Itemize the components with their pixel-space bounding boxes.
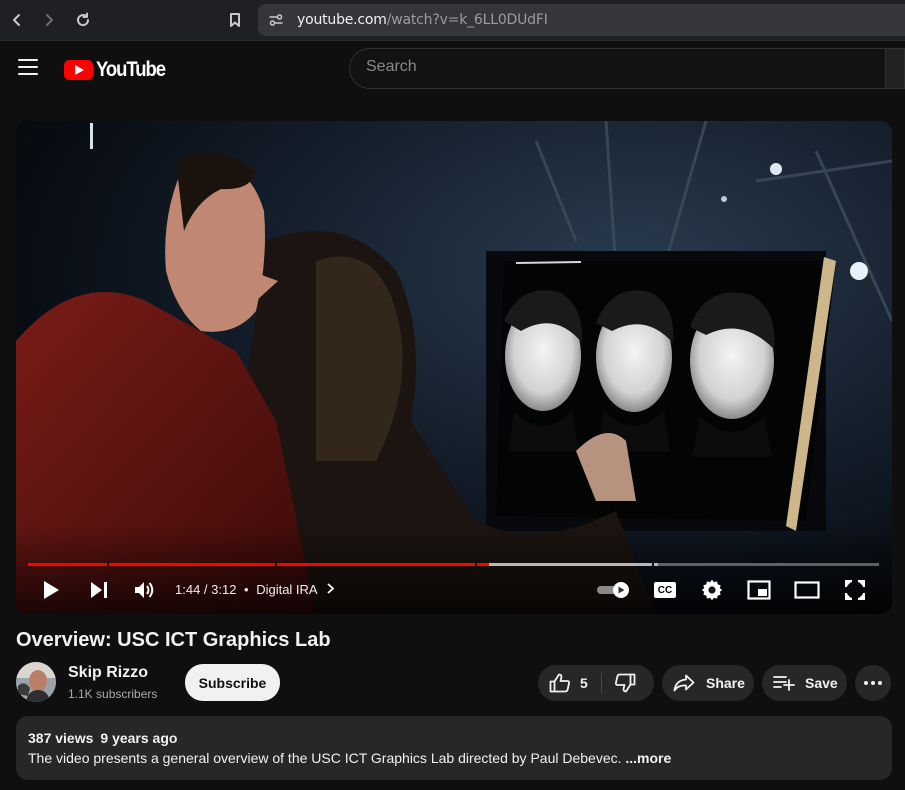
chapter-title: Digital IRA [256, 582, 317, 597]
autoplay-toggle-icon [597, 582, 629, 598]
time-display: 1:44 / 3:12 [175, 582, 237, 597]
chapter-marker [107, 563, 109, 566]
gear-icon [701, 579, 723, 601]
next-button[interactable] [84, 575, 114, 605]
description-text: The video presents a general overview of… [28, 750, 671, 766]
bookmark-icon [230, 13, 240, 27]
add-to-playlist-icon [773, 676, 795, 691]
theater-mode-button[interactable] [792, 575, 822, 605]
like-button[interactable]: 5 [538, 665, 601, 701]
more-actions-button[interactable] [855, 665, 891, 701]
menu-button[interactable] [18, 59, 38, 77]
skip-next-icon [91, 582, 107, 598]
subscriber-count: 1.1K subscribers [68, 687, 158, 701]
play-icon [44, 581, 59, 599]
chevron-left-icon [13, 14, 20, 26]
more-horizontal-icon [864, 681, 882, 685]
chapter-marker [275, 563, 277, 566]
url-text[interactable]: youtube.com/watch?v=k_6LL0DUdFI [297, 12, 548, 28]
play-button[interactable] [36, 575, 66, 605]
like-count: 5 [580, 675, 588, 691]
dislike-button[interactable] [602, 665, 654, 701]
address-bar[interactable]: youtube.com/watch?v=k_6LL0DUdFI [258, 4, 905, 36]
chapter-marker [652, 563, 654, 566]
miniplayer-button[interactable] [744, 575, 774, 605]
video-title: Overview: USC ICT Graphics Lab [16, 629, 331, 651]
thumbs-down-icon [615, 673, 636, 693]
settings-button[interactable] [697, 575, 727, 605]
browser-toolbar: youtube.com/watch?v=k_6LL0DUdFI [0, 0, 905, 41]
video-player[interactable]: 1:44 / 3:12 • Digital IRA CC [16, 121, 892, 614]
youtube-play-logo-icon [64, 60, 93, 80]
url-host: youtube.com [297, 12, 387, 28]
chapter-marker [475, 563, 477, 566]
description-meta: 387 views 9 years ago [28, 730, 177, 746]
progress-played [28, 563, 490, 566]
channel-avatar[interactable] [16, 662, 56, 702]
like-dislike-group: 5 [538, 665, 654, 701]
description-snippet: The video presents a general overview of… [28, 750, 622, 766]
search-button[interactable] [885, 48, 905, 89]
share-button[interactable]: Share [662, 665, 754, 701]
chapter-separator: • [244, 582, 249, 597]
view-count: 387 views [28, 730, 94, 746]
save-button[interactable]: Save [762, 665, 847, 701]
search-box[interactable] [349, 48, 889, 89]
miniplayer-icon [747, 580, 771, 600]
site-settings-icon[interactable] [268, 13, 284, 27]
fullscreen-icon [845, 580, 865, 600]
youtube-logo-text: YouTube [96, 58, 166, 81]
volume-icon [135, 582, 154, 598]
description-more-link[interactable]: ...more [625, 750, 671, 766]
share-label: Share [706, 675, 745, 691]
forward-button[interactable] [37, 8, 61, 32]
save-label: Save [805, 675, 838, 691]
reload-button[interactable] [71, 8, 95, 32]
progress-bar[interactable] [28, 563, 879, 566]
menu-icon-bar [18, 59, 38, 61]
cc-icon: CC [654, 582, 676, 598]
back-button[interactable] [5, 8, 29, 32]
chevron-right-icon [326, 583, 334, 594]
search-input[interactable] [366, 58, 866, 76]
autoplay-toggle[interactable] [594, 575, 634, 605]
url-path: /watch?v=k_6LL0DUdFI [386, 12, 548, 28]
bookmark-button[interactable] [223, 8, 247, 32]
menu-icon-bar [18, 66, 38, 68]
thumbs-up-icon [549, 673, 570, 693]
avatar-image [16, 662, 56, 702]
channel-name[interactable]: Skip Rizzo [68, 664, 148, 682]
chevron-right-icon [46, 14, 53, 26]
captions-button[interactable]: CC [650, 575, 680, 605]
share-icon [673, 674, 695, 692]
menu-icon-bar [18, 73, 38, 75]
chapter-button[interactable]: • Digital IRA [244, 582, 335, 597]
youtube-logo[interactable]: YouTube [64, 58, 174, 82]
subscribe-button[interactable]: Subscribe [185, 664, 280, 701]
fullscreen-button[interactable] [840, 575, 870, 605]
theater-mode-icon [794, 581, 820, 599]
upload-age: 9 years ago [100, 730, 178, 746]
mute-button[interactable] [130, 575, 160, 605]
reload-icon [77, 12, 90, 27]
description-box[interactable]: 387 views 9 years ago The video presents … [16, 716, 892, 780]
